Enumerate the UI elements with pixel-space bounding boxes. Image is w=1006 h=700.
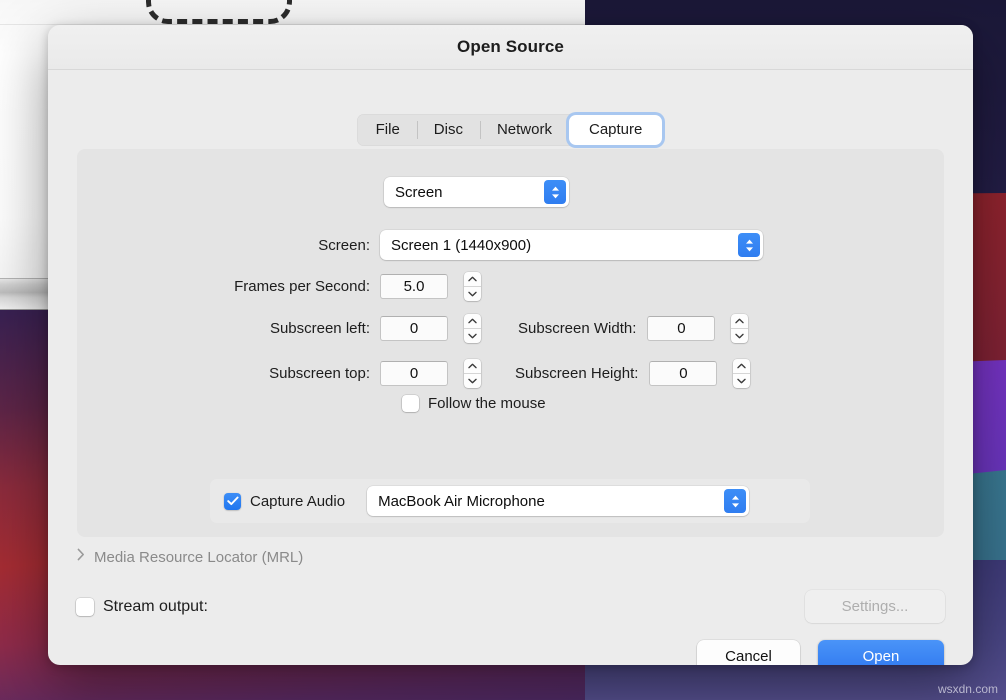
subscreen-top-label: Subscreen top: [77, 365, 370, 382]
tab-network[interactable]: Network [480, 116, 569, 144]
dialog-titlebar: Open Source [48, 25, 973, 70]
capture-audio-group: Capture Audio MacBook Air Microphone [210, 479, 810, 523]
capture-audio-checkbox[interactable] [224, 493, 241, 510]
tab-capture[interactable]: Capture [569, 115, 662, 145]
open-button[interactable]: Open [818, 640, 944, 665]
tab-disc[interactable]: Disc [417, 116, 480, 144]
audio-device-value: MacBook Air Microphone [367, 493, 545, 510]
stream-settings-button[interactable]: Settings... [805, 590, 945, 623]
subscreen-width-label: Subscreen Width: [518, 320, 636, 337]
screen-label: Screen: [77, 237, 370, 254]
chevron-up-icon[interactable] [731, 314, 748, 329]
audio-device-popup[interactable]: MacBook Air Microphone [367, 486, 749, 516]
subscreen-left-input[interactable]: 0 [380, 316, 448, 341]
chevron-up-icon[interactable] [464, 272, 481, 287]
follow-mouse-checkbox[interactable] [402, 395, 419, 412]
chevron-up-icon[interactable] [464, 359, 481, 374]
tabbar-wrapper: File Disc Network Capture [48, 114, 973, 146]
follow-mouse-label: Follow the mouse [428, 395, 546, 412]
mrl-disclosure-row[interactable]: Media Resource Locator (MRL) [77, 548, 303, 566]
chevron-down-icon[interactable] [733, 374, 750, 388]
subscreen-top-row: Subscreen top: 0 Subscreen Height: 0 [77, 359, 750, 388]
screen-popup[interactable]: Screen 1 (1440x900) [380, 230, 763, 260]
tab-file[interactable]: File [359, 116, 417, 144]
fps-row: Frames per Second: 5.0 [77, 272, 481, 301]
screen-root: Open Source File Disc Network Capture Sc… [0, 0, 1006, 700]
mrl-label: Media Resource Locator (MRL) [94, 549, 303, 566]
capture-mode-value: Screen [384, 184, 443, 201]
subscreen-left-stepper[interactable] [464, 314, 481, 343]
chevron-up-icon[interactable] [464, 314, 481, 329]
chevron-updown-icon [738, 233, 760, 257]
capture-settings-panel: Screen Screen: Screen 1 (1440x900) [77, 149, 944, 537]
stream-output-checkbox[interactable] [76, 598, 94, 616]
chevron-down-icon[interactable] [464, 287, 481, 301]
dialog-footer: Cancel Open [48, 640, 973, 665]
subscreen-left-row: Subscreen left: 0 Subscreen Width: 0 [77, 314, 748, 343]
subscreen-top-input[interactable]: 0 [380, 361, 448, 386]
stream-output-row: Stream output: Settings... [76, 590, 945, 623]
subscreen-height-stepper[interactable] [733, 359, 750, 388]
checkmark-icon [227, 496, 239, 506]
fps-stepper[interactable] [464, 272, 481, 301]
fps-input[interactable]: 5.0 [380, 274, 448, 299]
dashed-selection-outline [146, 0, 292, 24]
chevron-down-icon[interactable] [731, 329, 748, 343]
chevron-updown-icon [544, 180, 566, 204]
capture-mode-row: Screen [384, 177, 569, 207]
chevron-down-icon[interactable] [464, 374, 481, 388]
fps-label: Frames per Second: [77, 278, 370, 295]
subscreen-height-label: Subscreen Height: [515, 365, 638, 382]
chevron-right-icon[interactable] [77, 548, 85, 566]
open-source-dialog: Open Source File Disc Network Capture Sc… [48, 25, 973, 665]
stream-output-label: Stream output: [103, 598, 208, 616]
chevron-up-icon[interactable] [733, 359, 750, 374]
subscreen-width-input[interactable]: 0 [647, 316, 715, 341]
capture-audio-label: Capture Audio [250, 493, 345, 510]
subscreen-top-stepper[interactable] [464, 359, 481, 388]
watermark: wsxdn.com [938, 682, 998, 696]
capture-mode-popup[interactable]: Screen [384, 177, 569, 207]
tabbar: File Disc Network Capture [357, 114, 665, 146]
subscreen-height-input[interactable]: 0 [649, 361, 717, 386]
screen-row: Screen: Screen 1 (1440x900) [77, 230, 842, 260]
chevron-updown-icon [724, 489, 746, 513]
chevron-down-icon[interactable] [464, 329, 481, 343]
follow-mouse-row[interactable]: Follow the mouse [402, 395, 546, 412]
subscreen-left-label: Subscreen left: [77, 320, 370, 337]
page-title: Open Source [457, 37, 564, 57]
cancel-button[interactable]: Cancel [697, 640, 800, 665]
subscreen-width-stepper[interactable] [731, 314, 748, 343]
screen-value: Screen 1 (1440x900) [380, 237, 531, 254]
